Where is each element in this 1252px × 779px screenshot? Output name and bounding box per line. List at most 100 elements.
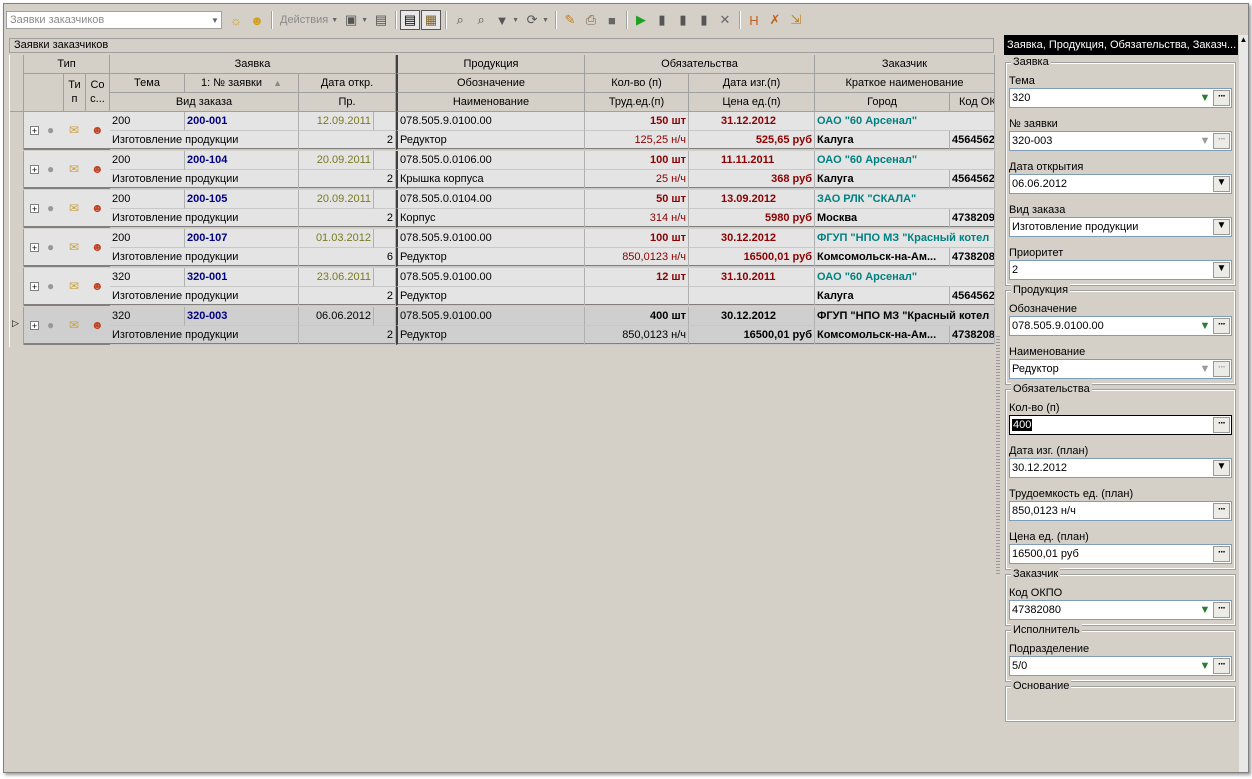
run-icon[interactable]: ▶ — [631, 10, 651, 30]
oboznachenie-field[interactable]: 078.505.9.0100.00 ▼ ··· — [1009, 316, 1232, 336]
col-header-oboznachenie[interactable]: Обозначение — [396, 74, 585, 93]
col-header-data-izg[interactable]: Дата изг.(п) — [689, 74, 815, 93]
expand-icon[interactable]: + — [30, 282, 39, 292]
col-header-gorod[interactable]: Город — [815, 93, 950, 112]
expand-icon[interactable]: + — [30, 126, 39, 136]
bell-icon[interactable]: ☼ — [226, 10, 246, 30]
row-indicator[interactable] — [10, 151, 24, 189]
col-header-sostoyanie[interactable]: Со с... — [86, 74, 110, 112]
col-header-blank — [24, 74, 64, 112]
col-header-tip[interactable]: Ти п — [64, 74, 86, 112]
trud-field[interactable]: 850,0123 н/ч ··· — [1009, 501, 1232, 521]
copy-icon[interactable]: ▣ — [341, 10, 361, 30]
chevron-down-icon[interactable]: ▼ — [1213, 176, 1230, 192]
browse-button[interactable]: ··· — [1213, 503, 1230, 519]
chevron-down-icon[interactable]: ▼ — [1213, 460, 1230, 476]
col-header-vid-zakaza[interactable]: Вид заказа — [110, 93, 299, 112]
naimenovanie-field[interactable]: Редуктор ▼ ··· — [1009, 359, 1232, 379]
expand-icon[interactable]: + — [30, 321, 39, 331]
col-header-kod[interactable]: Код ОК — [950, 93, 995, 112]
browse-button[interactable]: ··· — [1213, 602, 1230, 618]
edit-record-icon[interactable]: ▮ — [694, 10, 714, 30]
row-indicator[interactable] — [10, 112, 24, 150]
vid-zakaza-select[interactable]: Изготовление продукции ▼ — [1009, 217, 1232, 237]
scroll-up-icon[interactable]: ▲ — [1239, 35, 1248, 44]
col-header-naimenovanie[interactable]: Наименование — [396, 93, 585, 112]
col-header-kratk[interactable]: Краткое наименование — [815, 74, 995, 93]
panel-splitter[interactable] — [996, 334, 1000, 574]
refresh-icon[interactable]: ⟳ — [522, 10, 542, 30]
delete-icon[interactable]: ✕ — [715, 10, 735, 30]
chevron-down-icon[interactable]: ▼ — [1213, 219, 1230, 235]
col-header-data-otkr[interactable]: Дата откр. — [299, 74, 396, 93]
stop-icon[interactable]: ■ — [602, 10, 622, 30]
tema-field[interactable]: 320 ▼ ··· — [1009, 88, 1232, 108]
actions-menu[interactable]: Действия — [276, 14, 332, 26]
kol-field[interactable]: 400 ··· — [1009, 415, 1232, 435]
cell-trud: 850,0123 н/ч — [585, 326, 689, 345]
export-icon[interactable]: ⇲ — [786, 10, 806, 30]
cell-trud: 314 н/ч — [585, 209, 689, 228]
row-indicator[interactable]: ▷ — [10, 307, 24, 345]
browse-button[interactable]: ··· — [1213, 417, 1230, 433]
col-header-tema[interactable]: Тема — [110, 74, 185, 93]
hierarchy-icon[interactable]: H — [744, 10, 764, 30]
group-header-obyazatelstva[interactable]: Обязательства — [585, 55, 815, 74]
browse-button[interactable]: ··· — [1213, 90, 1230, 106]
cell-tema: 200 — [110, 229, 185, 248]
nomer-field[interactable]: 320-003 ▼ ··· — [1009, 131, 1232, 151]
cell-nomer: 320-003 — [185, 307, 299, 326]
row-indicator[interactable] — [10, 190, 24, 228]
browse-button[interactable]: ··· — [1213, 546, 1230, 562]
group-header-zakazchik[interactable]: Заказчик — [815, 55, 995, 74]
col-header-trud[interactable]: Труд.ед.(п) — [585, 93, 689, 112]
clipboard-icon[interactable]: ▤ — [371, 10, 391, 30]
new-record-icon[interactable]: ▮ — [652, 10, 672, 30]
expand-icon[interactable]: + — [30, 165, 39, 175]
col-header-cena[interactable]: Цена ед.(п) — [689, 93, 815, 112]
field-label-kol: Кол-во (п) — [1009, 402, 1060, 414]
group-header-produkciya[interactable]: Продукция — [396, 55, 585, 74]
view-select[interactable]: Заявки заказчиков ▼ — [6, 11, 222, 29]
col-header-nomer[interactable]: 1: № заявки ▲ — [185, 74, 299, 93]
vid-zakaza-value: Изготовление продукции — [1012, 221, 1139, 233]
cell-spacer — [374, 307, 396, 326]
priority-select[interactable]: 2 ▼ — [1009, 260, 1232, 280]
browse-button[interactable]: ··· — [1213, 318, 1230, 334]
browse-button[interactable]: ··· — [1213, 658, 1230, 674]
document-type-icon: ✉ — [69, 162, 80, 176]
filter-icon[interactable]: ▼ — [1197, 602, 1213, 618]
chevron-down-icon[interactable]: ▼ — [1213, 262, 1230, 278]
cena-field[interactable]: 16500,01 руб ··· — [1009, 544, 1232, 564]
table-view-icon[interactable]: ▦ — [421, 10, 442, 30]
col-header-pr[interactable]: Пр. — [299, 93, 396, 112]
filter-icon[interactable]: ▼ — [1197, 318, 1213, 334]
users-icon[interactable]: ☻ — [247, 10, 267, 30]
podrazdelenie-value: 5/0 — [1012, 660, 1028, 672]
search-icon[interactable]: ⌕ — [450, 10, 470, 30]
cell-vid-zakaza: Изготовление продукции — [110, 131, 299, 150]
data-izg-field[interactable]: 30.12.2012 ▼ — [1009, 458, 1232, 478]
report-icon[interactable]: ✎ — [560, 10, 580, 30]
expand-icon[interactable]: + — [30, 204, 39, 214]
kol-field-value: 400 — [1012, 419, 1033, 431]
detail-scrollbar[interactable]: ▲ — [1239, 35, 1248, 772]
row-indicator[interactable] — [10, 268, 24, 306]
clear-hierarchy-icon[interactable]: ✗ — [765, 10, 785, 30]
cell-data-izg: 13.09.2012 — [689, 190, 815, 209]
group-header-tip[interactable]: Тип — [24, 55, 110, 74]
print-icon[interactable]: ⎙ — [581, 10, 601, 30]
search-next-icon[interactable]: ⌕ — [471, 10, 491, 30]
form-view-icon[interactable]: ▤ — [400, 10, 421, 30]
data-otkr-field[interactable]: 06.06.2012 ▼ — [1009, 174, 1232, 194]
col-header-kol[interactable]: Кол-во (п) — [585, 74, 689, 93]
podrazdelenie-field[interactable]: 5/0 ▼ ··· — [1009, 656, 1232, 676]
filter-icon[interactable]: ▼ — [492, 10, 512, 30]
filter-icon[interactable]: ▼ — [1197, 658, 1213, 674]
filter-icon[interactable]: ▼ — [1197, 90, 1213, 106]
copy-record-icon[interactable]: ▮ — [673, 10, 693, 30]
group-header-zayavka[interactable]: Заявка — [110, 55, 396, 74]
expand-icon[interactable]: + — [30, 243, 39, 253]
okpo-field[interactable]: 47382080 ▼ ··· — [1009, 600, 1232, 620]
row-indicator[interactable] — [10, 229, 24, 267]
